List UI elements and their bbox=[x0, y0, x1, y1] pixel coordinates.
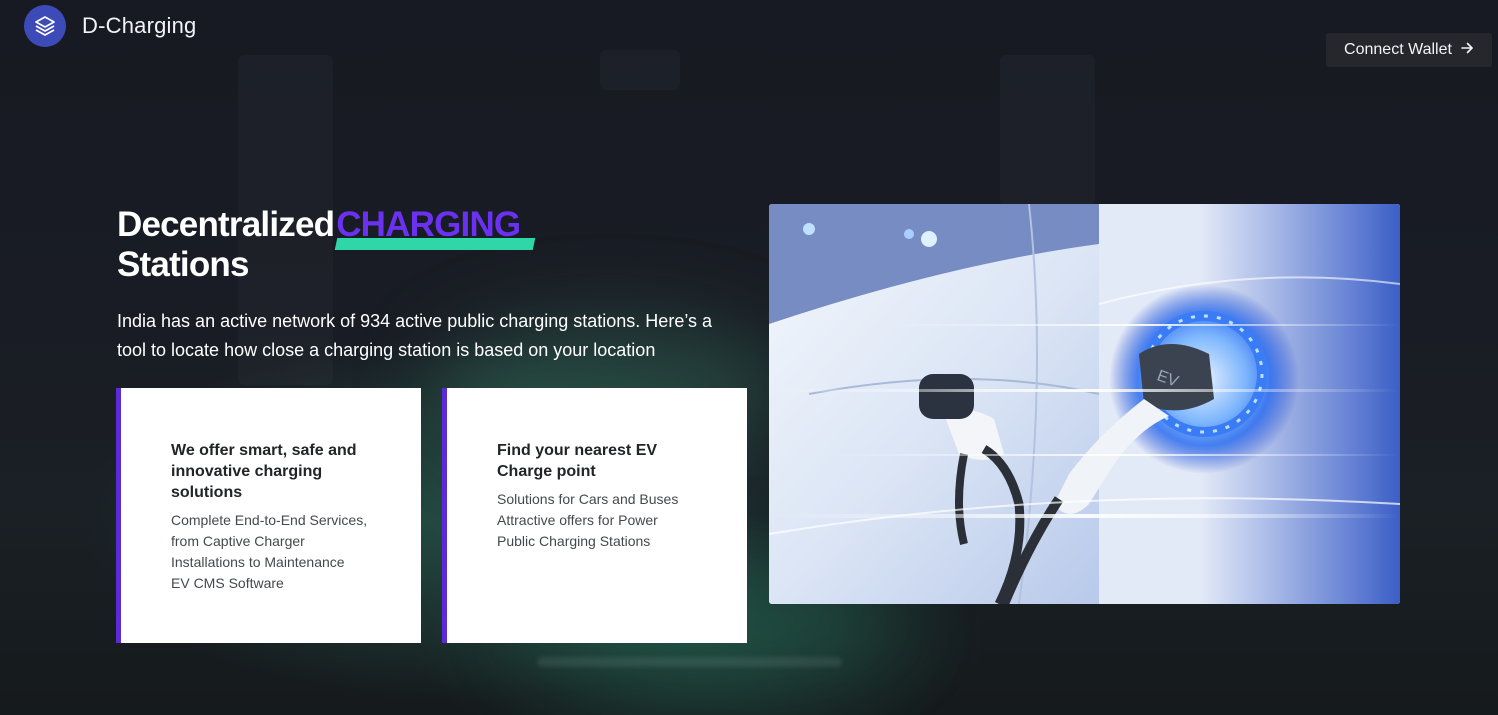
background-decoration bbox=[600, 50, 680, 90]
connect-wallet-button[interactable]: Connect Wallet bbox=[1326, 33, 1492, 67]
card-line: from Captive Charger bbox=[171, 533, 305, 549]
card-line: Installations to Maintenance bbox=[171, 554, 345, 570]
hero-title: Decentralized CHARGING Stations bbox=[117, 205, 536, 285]
background-decoration bbox=[537, 657, 842, 667]
card-description: Complete End-to-End Services, from Capti… bbox=[171, 510, 391, 594]
card-line: EV CMS Software bbox=[171, 575, 284, 591]
hero-title-line-1: Decentralized CHARGING bbox=[117, 205, 536, 250]
connect-wallet-label: Connect Wallet bbox=[1344, 41, 1452, 58]
card-line: Complete End-to-End Services, bbox=[171, 512, 368, 528]
hero-title-highlight: CHARGING bbox=[334, 205, 536, 250]
card-description: Solutions for Cars and Buses Attractive … bbox=[497, 489, 717, 552]
card-line: Public Charging Stations bbox=[497, 533, 651, 549]
ev-charging-plug-image: EV bbox=[769, 204, 1400, 604]
background-decoration bbox=[1000, 55, 1095, 205]
hero-description: India has an active network of 934 activ… bbox=[117, 311, 713, 360]
card-title: Find your nearest EV Charge point bbox=[497, 442, 658, 480]
hero-title-suffix: Stations bbox=[117, 245, 249, 284]
card-line: Solutions for Cars and Buses bbox=[497, 491, 679, 507]
brand-name: D-Charging bbox=[82, 13, 197, 38]
feature-card-solutions: We offer smart, safe and innovative char… bbox=[116, 388, 421, 643]
feature-card-find-charger: Find your nearest EV Charge point Soluti… bbox=[442, 388, 747, 643]
card-line: Attractive offers for Power bbox=[497, 512, 658, 528]
hero-title-prefix: Decentralized bbox=[117, 205, 335, 244]
arrow-right-icon bbox=[1460, 41, 1474, 60]
card-title: We offer smart, safe and innovative char… bbox=[171, 442, 357, 501]
brand-logo-link[interactable]: D-Charging bbox=[24, 5, 197, 47]
hero-title-highlight-text: CHARGING bbox=[336, 205, 521, 244]
layers-icon bbox=[24, 5, 66, 47]
landing-page: D-Charging Connect Wallet Decentralized C… bbox=[0, 0, 1498, 715]
